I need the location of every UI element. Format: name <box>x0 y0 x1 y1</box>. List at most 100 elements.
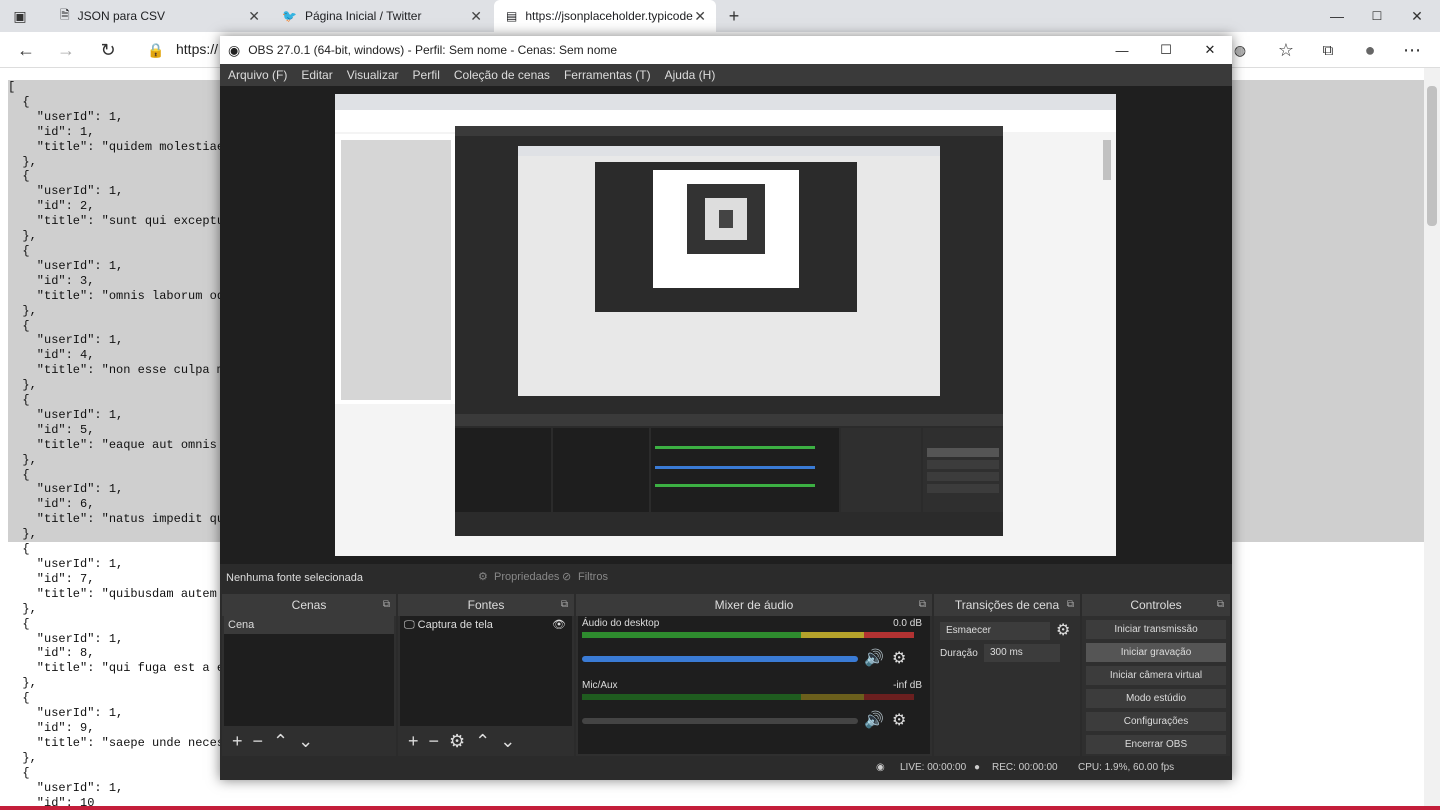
tab-jsonplaceholder[interactable]: ▤ https://jsonplaceholder.typicode ✕ <box>494 0 716 32</box>
menu-visualizar[interactable]: Visualizar <box>347 68 399 82</box>
controls-dock: Controles ⧉ Iniciar transmissão Iniciar g… <box>1082 594 1230 756</box>
minimize-icon[interactable]: — <box>1325 4 1349 28</box>
lock-icon: 🔒 <box>147 41 165 58</box>
menu-perfil[interactable]: Perfil <box>413 68 440 82</box>
close-window-icon[interactable]: ✕ <box>1405 4 1429 28</box>
profile-avatar-icon[interactable]: ● <box>1358 38 1382 62</box>
undock-icon[interactable]: ⧉ <box>383 594 390 616</box>
channel-mic-name: Mic/Aux <box>582 680 618 691</box>
start-stream-button[interactable]: Iniciar transmissão <box>1086 620 1226 639</box>
scroll-thumb[interactable] <box>1427 86 1437 226</box>
obs-minimize-icon[interactable]: — <box>1100 36 1144 64</box>
settings-button[interactable]: Configurações <box>1086 712 1226 731</box>
sources-title: Fontes <box>467 598 505 612</box>
rec-time: REC: 00:00:00 <box>992 762 1058 773</box>
close-icon[interactable]: ✕ <box>470 8 482 25</box>
obs-statusbar: ◉ LIVE: 00:00:00 ● REC: 00:00:00 CPU: 1.… <box>220 756 1232 780</box>
page-icon: ▤ <box>506 9 518 23</box>
tab-actions-icon[interactable]: ▣ <box>8 4 32 28</box>
live-icon: ◉ <box>876 762 885 773</box>
gear-icon[interactable]: ⚙ <box>1056 620 1070 640</box>
menu-ajuda[interactable]: Ajuda (H) <box>665 68 716 82</box>
properties-button[interactable]: Propriedades <box>494 571 559 583</box>
controls-header: Controles ⧉ <box>1082 594 1230 616</box>
obs-maximize-icon[interactable]: ☐ <box>1144 36 1188 64</box>
menu-ferramentas[interactable]: Ferramentas (T) <box>564 68 651 82</box>
exit-button[interactable]: Encerrar OBS <box>1086 735 1226 754</box>
url-text[interactable]: https:// <box>176 41 218 57</box>
mixer-header: Mixer de áudio ⧉ <box>576 594 932 616</box>
obs-logo-icon: ◉ <box>228 41 241 58</box>
favorites-icon[interactable]: ☆ <box>1274 38 1298 62</box>
maximize-icon[interactable]: ☐ <box>1365 4 1389 28</box>
scenes-footer: + − ⌃ ⌄ <box>222 726 396 756</box>
twitter-icon: 🐦 <box>282 9 297 23</box>
no-source-label: Nenhuma fonte selecionada <box>226 572 363 584</box>
refresh-icon[interactable]: ↻ <box>96 38 120 62</box>
speaker-icon[interactable]: 🔊 <box>864 710 884 730</box>
remove-icon[interactable]: − <box>253 731 264 752</box>
menu-arquivo[interactable]: Arquivo (F) <box>228 68 287 82</box>
start-virtual-camera-button[interactable]: Iniciar câmera virtual <box>1086 666 1226 685</box>
studio-mode-button[interactable]: Modo estúdio <box>1086 689 1226 708</box>
more-menu-icon[interactable]: ⋯ <box>1400 38 1424 62</box>
add-icon[interactable]: + <box>232 731 243 752</box>
source-label: Captura de tela <box>417 619 493 631</box>
channel-desktop-level: 0.0 dB <box>893 618 922 629</box>
scenes-header: Cenas ⧉ <box>222 594 396 616</box>
tab-json-para-csv[interactable]: 🗎 JSON para CSV ✕ <box>48 0 270 32</box>
back-icon[interactable]: ← <box>14 38 38 62</box>
menu-colecao-cenas[interactable]: Coleção de cenas <box>454 68 550 82</box>
close-icon[interactable]: ✕ <box>694 8 706 25</box>
filter-icon: ⊘ <box>562 571 572 583</box>
remove-icon[interactable]: − <box>429 731 440 752</box>
tab-label: https://jsonplaceholder.typicode <box>525 9 693 23</box>
tab-label: Página Inicial / Twitter <box>304 9 422 23</box>
scene-item[interactable]: Cena <box>224 616 394 634</box>
undock-icon[interactable]: ⧉ <box>561 594 568 616</box>
live-time: LIVE: 00:00:00 <box>900 762 967 773</box>
page-scrollbar[interactable] <box>1424 68 1440 810</box>
speaker-icon[interactable]: 🔊 <box>864 648 884 668</box>
transition-select[interactable]: Esmaecer <box>940 622 1050 640</box>
gear-icon[interactable]: ⚙ <box>449 731 465 752</box>
move-down-icon[interactable]: ⌄ <box>500 731 515 752</box>
mic-volume-slider[interactable] <box>582 718 858 724</box>
desktop-volume-slider[interactable] <box>582 656 858 662</box>
mixer-body: Áudio do desktop 0.0 dB 🔊 ⚙ Mic/Aux -inf… <box>578 616 930 754</box>
gear-icon[interactable]: ⚙ <box>892 648 906 668</box>
controls-title: Controles <box>1130 598 1182 612</box>
gear-icon[interactable]: ⚙ <box>892 710 906 730</box>
scenes-list: Cena <box>224 616 394 726</box>
obs-close-icon[interactable]: ✕ <box>1188 36 1232 64</box>
forward-icon[interactable]: → <box>54 38 78 62</box>
undock-icon[interactable]: ⧉ <box>1067 594 1074 616</box>
start-recording-button[interactable]: Iniciar gravação <box>1086 643 1226 662</box>
menu-editar[interactable]: Editar <box>301 68 332 82</box>
transitions-header: Transições de cena ⧉ <box>934 594 1080 616</box>
close-icon[interactable]: ✕ <box>248 8 260 25</box>
transitions-title: Transições de cena <box>954 598 1060 612</box>
new-tab-icon[interactable]: + <box>722 4 746 28</box>
obs-window: ◉ OBS 27.0.1 (64-bit, windows) - Perfil:… <box>220 36 1232 780</box>
add-icon[interactable]: + <box>408 731 419 752</box>
preview-capture <box>335 94 1116 556</box>
move-up-icon[interactable]: ⌃ <box>273 731 288 752</box>
duration-label: Duração <box>940 648 978 659</box>
move-up-icon[interactable]: ⌃ <box>475 731 490 752</box>
eye-icon[interactable]: 👁 <box>552 616 566 634</box>
filters-button[interactable]: Filtros <box>578 571 608 583</box>
sources-header: Fontes ⧉ <box>398 594 574 616</box>
collections-icon[interactable]: ⧉ <box>1316 38 1340 62</box>
undock-icon[interactable]: ⧉ <box>1217 594 1224 616</box>
sources-footer: + − ⚙ ⌃ ⌄ <box>398 726 574 756</box>
tab-bar: ▣ 🗎 JSON para CSV ✕ 🐦 Página Inicial / T… <box>0 0 1440 32</box>
duration-input[interactable]: 300 ms <box>984 644 1060 662</box>
obs-window-title: OBS 27.0.1 (64-bit, windows) - Perfil: S… <box>248 43 618 57</box>
undock-icon[interactable]: ⧉ <box>919 594 926 616</box>
obs-preview[interactable] <box>220 86 1232 564</box>
source-item[interactable]: 🖵 Captura de tela 👁 <box>400 616 572 634</box>
move-down-icon[interactable]: ⌄ <box>298 731 313 752</box>
tab-twitter[interactable]: 🐦 Página Inicial / Twitter ✕ <box>270 0 492 32</box>
obs-menubar: Arquivo (F) Editar Visualizar Perfil Col… <box>220 64 1232 86</box>
